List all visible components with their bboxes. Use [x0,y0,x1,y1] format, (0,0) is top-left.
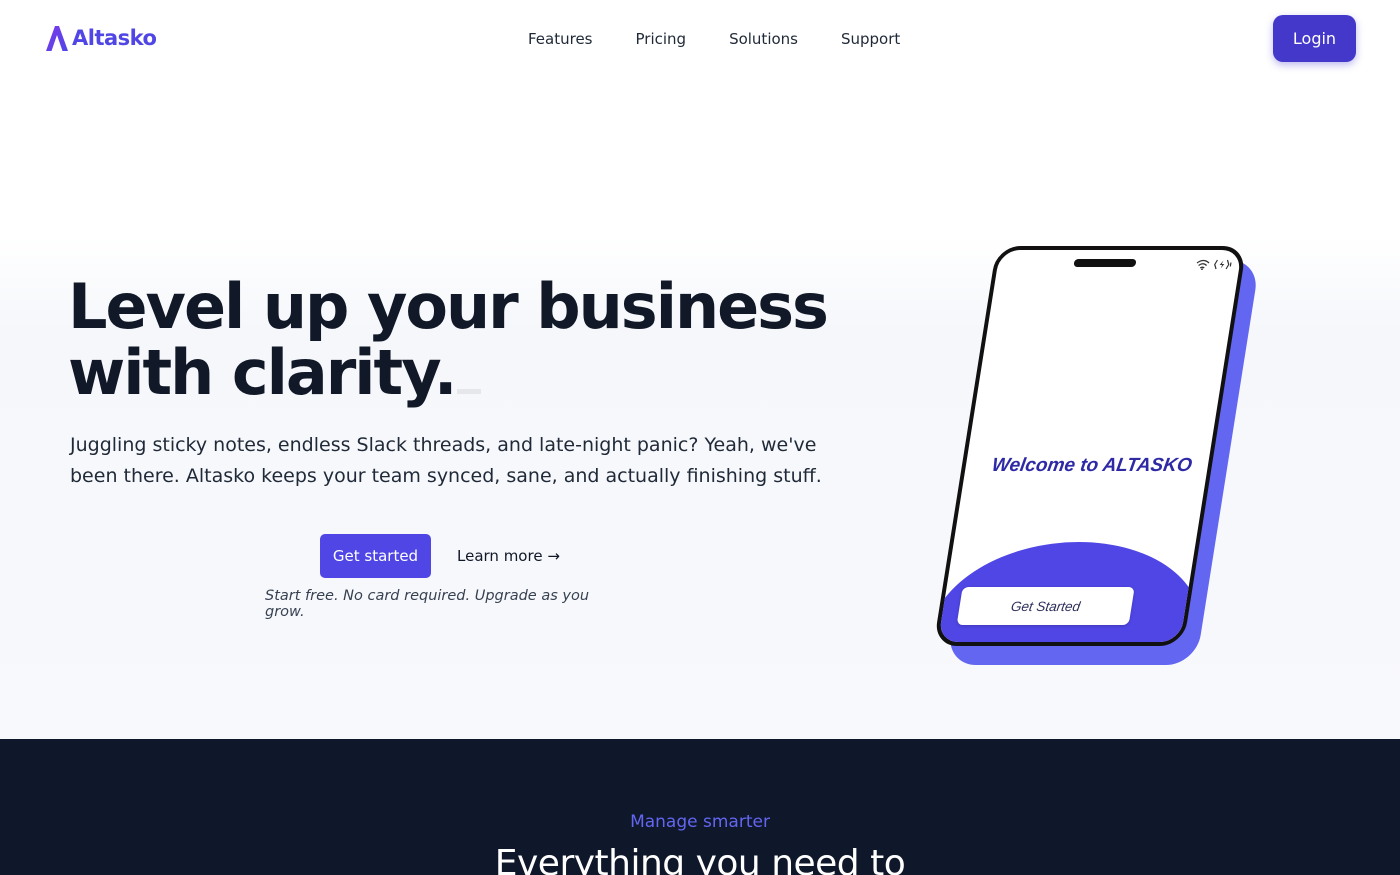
learn-more-link[interactable]: Learn more → [457,547,560,565]
features-section: Manage smarter Everything you need to [0,739,1400,875]
battery-icon [1214,259,1232,270]
features-eyebrow: Manage smarter [630,812,770,832]
nav-links: Features Pricing Solutions Support [528,29,943,49]
nav-link-pricing[interactable]: Pricing [636,29,687,49]
phone-notch [1073,259,1137,267]
typing-cursor [457,389,482,394]
cta-row: Get started Learn more → [320,534,560,578]
nav-link-features[interactable]: Features [528,29,593,49]
hero-subtitle: Juggling sticky notes, endless Slack thr… [70,434,822,487]
phone-mockup: Welcome to ALTASKO Get Started [933,244,1261,669]
hero-title-line1: Level up your business [68,270,829,343]
nav-link-support[interactable]: Support [841,29,900,49]
wifi-icon [1196,259,1210,270]
brand-name: Altasko [72,26,157,50]
hero-title-line2: with clarity. [68,336,457,409]
brand-logo[interactable]: Altasko [44,22,157,54]
hero-note: Start free. No card required. Upgrade as… [265,588,590,620]
features-title: Everything you need to [494,843,906,875]
login-button[interactable]: Login [1273,15,1356,62]
logo-a-icon [46,26,68,51]
phone-welcome-text: Welcome to ALTASKO [990,455,1194,476]
top-navigation: Altasko Features Pricing Solutions Suppo… [0,0,1400,78]
hero-title: Level up your business with clarity. [68,274,829,409]
status-bar [1195,259,1233,270]
nav-link-solutions[interactable]: Solutions [729,29,798,49]
get-started-button[interactable]: Get started [320,534,431,578]
phone-get-started-button[interactable]: Get Started [956,587,1135,625]
hero-section: Level up your business with clarity. Jug… [0,78,1400,739]
